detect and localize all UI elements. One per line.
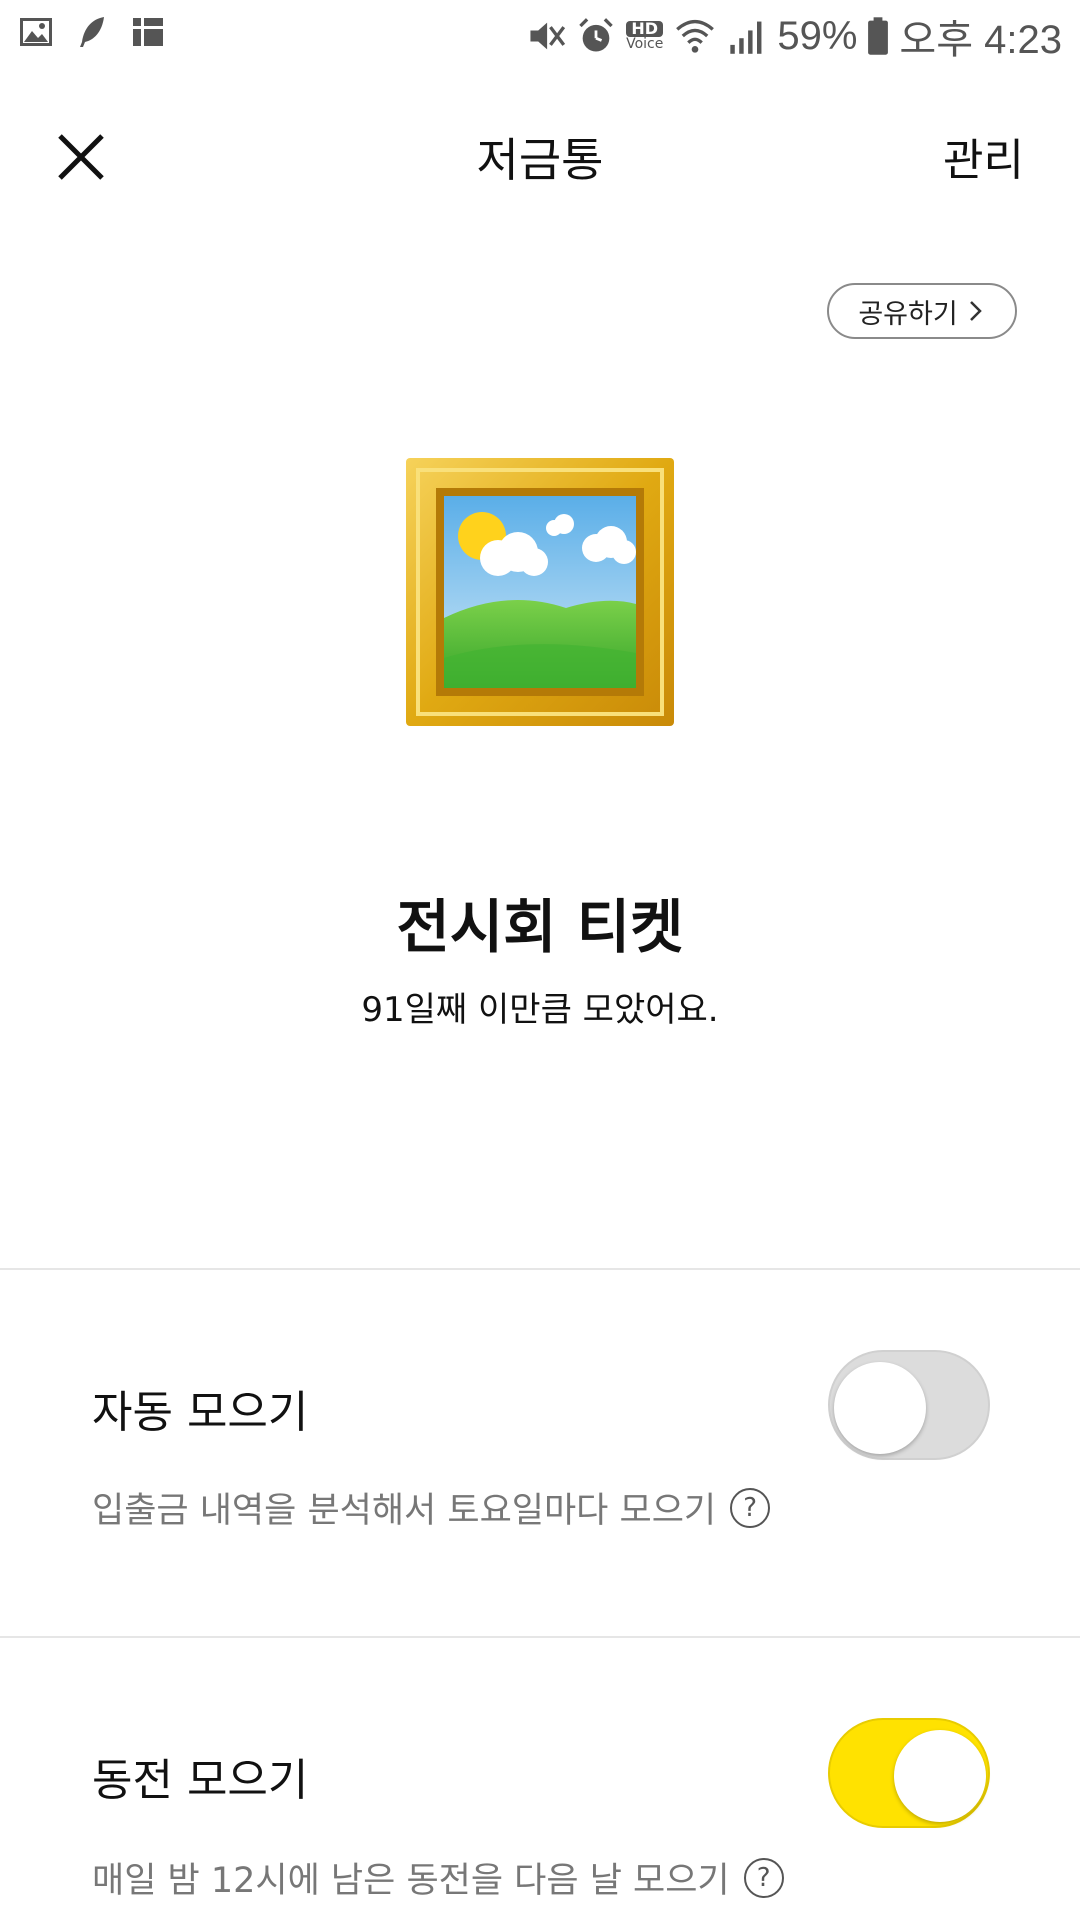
goal-name: 전시회 티켓: [396, 893, 684, 961]
toggle-knob: [894, 1730, 986, 1822]
help-icon[interactable]: ?: [743, 1857, 784, 1898]
share-button-label: 공유하기: [858, 298, 958, 330]
top-app-bar: 저금통 관리: [0, 90, 1080, 220]
divider: [0, 1268, 1080, 1270]
framed-picture-icon: [406, 458, 674, 726]
coin-save-title: 동전 모으기: [92, 1755, 309, 1806]
page-title: 저금통: [476, 133, 604, 187]
battery-percent: 59%: [777, 13, 858, 58]
signal-icon: [730, 21, 762, 54]
gallery-icon: [20, 18, 52, 46]
coin-save-description-text: 매일 밤 12시에 남은 동전을 다음 날 모으기: [92, 1861, 730, 1901]
share-button[interactable]: 공유하기: [827, 283, 1017, 339]
clock: 오후 4:23: [899, 18, 1062, 62]
mute-icon: [530, 22, 566, 50]
manage-button[interactable]: 관리: [943, 124, 1024, 188]
coin-save-toggle[interactable]: [828, 1718, 990, 1828]
auto-save-title: 자동 모으기: [92, 1387, 309, 1438]
widget-app-icon: [133, 18, 163, 46]
chevron-right-icon: [969, 301, 982, 321]
alarm-icon: [579, 18, 613, 52]
coin-save-description: 매일 밤 12시에 남은 동전을 다음 날 모으기 ?: [92, 1852, 784, 1903]
feather-app-icon: [80, 17, 104, 47]
hd-voice-icon: HD Voice: [626, 19, 664, 52]
status-bar: HD Voice 59% 오후 4:23: [0, 0, 1080, 75]
goal-subtitle: 91일째 이만큼 모았어요.: [361, 990, 719, 1030]
toggle-knob: [834, 1362, 926, 1454]
wifi-icon: [676, 19, 715, 53]
battery-icon: [868, 17, 889, 55]
help-icon[interactable]: ?: [730, 1487, 771, 1528]
auto-save-toggle[interactable]: [828, 1350, 990, 1460]
auto-save-description: 입출금 내역을 분석해서 토요일마다 모으기 ?: [92, 1482, 771, 1533]
auto-save-description-text: 입출금 내역을 분석해서 토요일마다 모으기: [92, 1491, 717, 1531]
divider: [0, 1636, 1080, 1638]
